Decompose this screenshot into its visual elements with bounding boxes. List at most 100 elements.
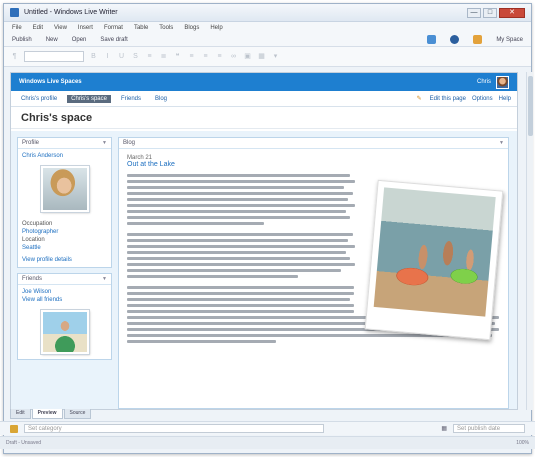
menu-file[interactable]: File <box>12 25 22 31</box>
font-combo[interactable] <box>24 51 84 62</box>
italic-icon[interactable]: I <box>103 52 112 61</box>
underline-icon[interactable]: U <box>117 52 126 61</box>
view-profile-link[interactable]: View profile details <box>22 256 107 264</box>
publish-date-field[interactable]: Set publish date <box>453 424 525 433</box>
link-icon[interactable]: ∞ <box>229 52 238 61</box>
profile-photo[interactable] <box>40 166 89 212</box>
vertical-scrollbar[interactable] <box>526 72 533 410</box>
chevron-down-icon[interactable]: ▼ <box>102 276 107 282</box>
open-button[interactable]: Open <box>72 37 87 43</box>
options-link[interactable]: Options <box>472 96 493 102</box>
publish-button[interactable]: Publish <box>12 37 32 43</box>
paragraph-style-icon[interactable]: ¶ <box>10 52 19 61</box>
blog-module: Blog ▼ March 21 Out at the Lake <box>118 137 509 409</box>
space-content: Profile ▼ Chris Anderson Occupation Phot… <box>11 131 517 409</box>
text-line <box>127 239 349 242</box>
menu-edit[interactable]: Edit <box>33 25 43 31</box>
menu-blogs[interactable]: Blogs <box>184 25 199 31</box>
location-value[interactable]: Seattle <box>22 244 107 252</box>
web-layout-icon[interactable] <box>450 35 460 44</box>
profile-name-link[interactable]: Chris Anderson <box>22 152 107 160</box>
quote-icon[interactable]: ❝ <box>173 52 182 61</box>
more-icon[interactable]: ▾ <box>271 52 280 61</box>
align-center-icon[interactable]: ≡ <box>201 52 210 61</box>
chevron-down-icon[interactable]: ▼ <box>499 140 504 146</box>
friend-photo[interactable] <box>40 310 89 354</box>
text-line <box>127 198 349 201</box>
edit-page-link[interactable]: Edit this page <box>430 96 466 102</box>
post-paragraph[interactable] <box>127 174 355 225</box>
tab-source[interactable]: Source <box>63 409 92 419</box>
chevron-down-icon[interactable]: ▼ <box>102 140 107 146</box>
window-title: Untitled - Windows Live Writer <box>24 9 118 16</box>
text-line <box>127 174 351 177</box>
location-label: Location <box>22 237 45 243</box>
text-line <box>127 269 342 272</box>
user-avatar <box>496 75 509 89</box>
text-line <box>127 180 355 183</box>
formatting-toolbar: ¶ B I U S ≡ ≣ ❝ ≡ ≡ ≡ ∞ ▣ ▦ ▾ <box>4 47 531 67</box>
occupation-label: Occupation <box>22 221 53 227</box>
tab-preview[interactable]: Preview <box>31 409 63 419</box>
friends-module-body: Joe Wilson View all friends <box>18 285 111 359</box>
post-title[interactable]: Out at the Lake <box>127 161 500 168</box>
menu-table[interactable]: Table <box>134 25 148 31</box>
menu-format[interactable]: Format <box>104 25 123 31</box>
menu-help[interactable]: Help <box>210 25 222 31</box>
maximize-button[interactable]: □ <box>483 7 497 18</box>
tab-blog[interactable]: Blog <box>151 95 171 103</box>
tab-edit[interactable]: Edit <box>10 409 31 419</box>
text-line <box>127 251 346 254</box>
status-bar: Draft - Unsaved 100% <box>0 436 535 449</box>
save-draft-button[interactable]: Save draft <box>100 37 127 43</box>
text-line <box>127 286 354 289</box>
scrollbar-thumb[interactable] <box>528 76 533 136</box>
strikethrough-icon[interactable]: S <box>131 52 140 61</box>
align-right-icon[interactable]: ≡ <box>215 52 224 61</box>
help-link[interactable]: Help <box>499 96 511 102</box>
lake-photo <box>373 187 496 317</box>
bullets-icon[interactable]: ≡ <box>145 52 154 61</box>
category-field[interactable]: Set category <box>24 424 324 433</box>
numbering-icon[interactable]: ≣ <box>159 52 168 61</box>
post-photo[interactable] <box>364 179 504 341</box>
minimize-button[interactable]: — <box>467 7 481 18</box>
blog-post: March 21 Out at the Lake <box>119 149 508 355</box>
profile-module-body: Chris Anderson Occupation Photographer L… <box>18 149 111 267</box>
editor-pane[interactable]: Windows Live Spaces Chris Chris's profil… <box>10 72 518 410</box>
post-paragraph[interactable] <box>127 233 355 278</box>
menu-tools[interactable]: Tools <box>159 25 173 31</box>
close-button[interactable]: ✕ <box>499 7 525 18</box>
profile-header-label: Profile <box>22 140 40 146</box>
blog-selector[interactable]: My Space <box>496 37 523 43</box>
space-nav: Chris's profile Chris's space Friends Bl… <box>11 91 517 107</box>
text-line <box>127 263 355 266</box>
friend-link[interactable]: Joe Wilson <box>22 288 107 296</box>
new-button[interactable]: New <box>46 37 58 43</box>
bold-icon[interactable]: B <box>89 52 98 61</box>
calendar-icon[interactable]: ▦ <box>441 425 447 432</box>
text-line <box>127 210 346 213</box>
text-line <box>127 233 353 236</box>
text-line <box>127 245 355 248</box>
text-line <box>127 298 351 301</box>
text-line <box>127 310 354 313</box>
text-line <box>127 340 276 343</box>
menu-insert[interactable]: Insert <box>78 25 93 31</box>
occupation-value[interactable]: Photographer <box>22 228 107 236</box>
tab-profile[interactable]: Chris's profile <box>17 95 61 103</box>
site-logo: Windows Live Spaces <box>19 79 82 85</box>
view-friends-link[interactable]: View all friends <box>22 296 107 304</box>
menu-bar: File Edit View Insert Format Table Tools… <box>4 22 531 33</box>
tab-space[interactable]: Chris's space <box>67 94 111 103</box>
category-icon <box>10 424 18 433</box>
table-icon[interactable]: ▦ <box>257 52 266 61</box>
writer-app-icon <box>10 8 19 17</box>
spell-check-icon[interactable] <box>427 35 437 44</box>
blog-icon[interactable] <box>473 35 483 44</box>
align-left-icon[interactable]: ≡ <box>187 52 196 61</box>
tab-friends[interactable]: Friends <box>117 95 145 103</box>
page-title: Chris's space <box>11 107 517 129</box>
picture-icon[interactable]: ▣ <box>243 52 252 61</box>
menu-view[interactable]: View <box>54 25 67 31</box>
